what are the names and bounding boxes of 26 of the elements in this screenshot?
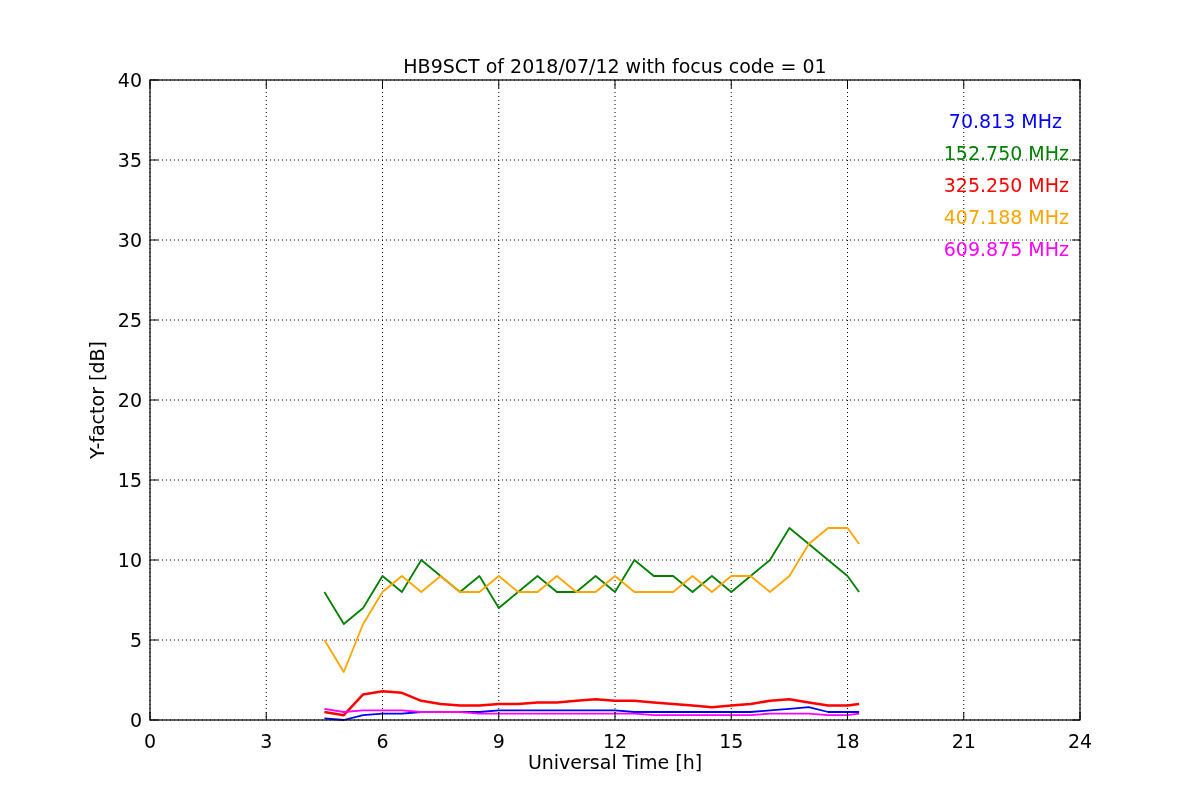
x-tick-label: 0: [143, 730, 157, 752]
y-tick-label: 20: [117, 389, 142, 411]
x-tick-label: 24: [1067, 730, 1093, 752]
x-tick-label: 9: [492, 730, 505, 752]
legend-label: 70.813 MHz: [948, 110, 1062, 132]
y-tick-label: 5: [129, 629, 142, 651]
y-tick-label: 40: [117, 69, 142, 91]
legend-label: 407.188 MHz: [943, 206, 1069, 228]
y-tick-label: 0: [129, 709, 142, 731]
chart-title: HB9SCT of 2018/07/12 with focus code = 01: [403, 55, 827, 77]
legend-label: 325.250 MHz: [943, 174, 1069, 196]
y-tick-label: 15: [117, 469, 142, 491]
y-axis-label: Y-factor [dB]: [86, 341, 108, 459]
x-axis-label: Universal Time [h]: [527, 751, 703, 773]
x-tick-label: 12: [602, 730, 628, 752]
x-tick-label: 15: [719, 730, 744, 752]
x-tick-label: 6: [376, 730, 389, 752]
x-tick-label: 21: [951, 730, 976, 752]
y-tick-label: 30: [117, 229, 142, 251]
y-tick-label: 10: [117, 549, 142, 571]
x-tick-label: 18: [835, 730, 860, 752]
x-tick-label: 3: [260, 730, 273, 752]
legend-label: 609.875 MHz: [943, 238, 1069, 260]
legend-label: 152.750 MHz: [943, 142, 1069, 164]
y-tick-label: 25: [117, 309, 142, 331]
y-tick-label: 35: [117, 149, 142, 171]
